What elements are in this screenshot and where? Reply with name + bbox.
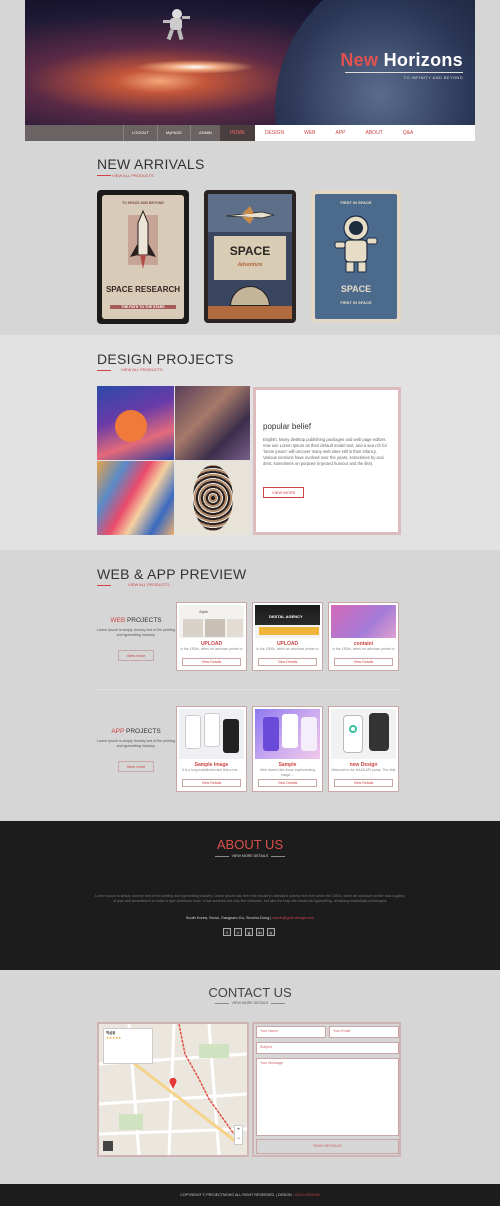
app-view-more-button[interactable]: View more (117, 761, 155, 772)
google-icon[interactable]: g (245, 928, 253, 936)
footer: COPYRIGHT © PROJECTMOHG ALL RIGHT RESERV… (0, 1184, 500, 1206)
youtube-icon[interactable]: y (267, 928, 275, 936)
app-card-3[interactable]: new Design Welcome to the NASA API porta… (328, 706, 399, 792)
name-field[interactable]: Your Name (256, 1026, 326, 1038)
site-tagline: TO INFINITY AND BEYOND (403, 75, 463, 80)
twitter-icon[interactable]: t (234, 928, 242, 936)
facebook-icon[interactable]: f (223, 928, 231, 936)
nav-about[interactable]: ABOUT (356, 125, 393, 141)
web-card-1[interactable]: Stylo UPLOAD in the 1500s, when an unkno… (176, 602, 247, 671)
mypage-link[interactable]: MyPAGE (156, 125, 190, 141)
about-details-link[interactable]: VIEW MORE DETAILS (0, 854, 500, 858)
message-field[interactable]: Your Message (256, 1058, 399, 1136)
design-tile-3[interactable] (97, 461, 174, 535)
featured-text: English. Many desktop publishing package… (263, 437, 388, 460)
view-all-arrivals-link[interactable]: VIEW ALL PRODUCTS (112, 173, 154, 178)
view-details-button[interactable]: View Details (258, 779, 317, 787)
app-card-2[interactable]: Sample Web doesn't like those implementi… (252, 706, 323, 792)
view-details-button[interactable]: View Details (182, 779, 241, 787)
about-section: ABOUT US VIEW MORE DETAILS Lorem Ipsum i… (0, 821, 500, 970)
contact-details-link[interactable]: VIEW MORE DETAILS (0, 1001, 500, 1005)
design-tile-1[interactable] (97, 386, 174, 460)
web-card-2[interactable]: DIGITAL AGENCY UPLOAD in the 1500s, when… (252, 602, 323, 671)
map-thumbnail[interactable] (103, 1141, 113, 1151)
admin-link[interactable]: ADMIN (190, 125, 220, 141)
view-details-button[interactable]: View Details (258, 658, 317, 666)
map-info-card: 역삼동 ★★★★★ (103, 1028, 153, 1064)
section-title-arrivals: NEW ARRIVALS (97, 156, 205, 172)
account-links: LOGOUT MyPAGE ADMIN (123, 125, 220, 141)
section-title-design: DESIGN PROJECTS (97, 351, 234, 367)
map-pin-icon (169, 1078, 177, 1089)
view-all-design-link[interactable]: VIEW ALL PRODUCTS (121, 367, 163, 372)
web-view-more-button[interactable]: View more (117, 650, 155, 661)
send-message-button[interactable]: SEND MESSAGE (256, 1139, 399, 1154)
web-card-3[interactable]: containi in the 1500s, when an unknown p… (328, 602, 399, 671)
view-more-button[interactable]: VIEW MORE (263, 487, 305, 498)
poster-space-research[interactable]: TO SPACE AND BEYOND SPACE RESEARCH THE P… (97, 190, 189, 324)
featured-text-2: dent, sometimes on purpose (injected hum… (263, 461, 374, 466)
about-address: South Korea, Seoul, Gangnam-Gu, Seocho-D… (185, 916, 315, 920)
hero-banner: New Horizons TO INFINITY AND BEYOND (25, 0, 475, 125)
poster-space-adventure[interactable]: SPACE Adventure (204, 190, 296, 323)
subject-field[interactable]: Subject (256, 1042, 399, 1054)
design-section (0, 335, 500, 550)
email-field[interactable]: Your Email (329, 1026, 399, 1038)
social-links: f t g in y (223, 928, 275, 936)
shuttle-icon-2 (225, 206, 275, 224)
title-underline (345, 72, 463, 73)
contact-title: CONTACT US (208, 985, 292, 1000)
sun-flare (135, 60, 255, 74)
site-title: New Horizons (340, 50, 463, 70)
nav-web[interactable]: WEB (294, 125, 325, 141)
astronaut-icon (163, 9, 190, 41)
main-nav: LOGOUT MyPAGE ADMIN HOME DESIGN WEB APP … (25, 125, 475, 141)
featured-title: popular belief (263, 422, 312, 431)
design-tile-4[interactable] (175, 461, 250, 535)
view-details-button[interactable]: View Details (334, 779, 393, 787)
astronaut-poster-icon (334, 215, 378, 273)
logout-link[interactable]: LOGOUT (123, 125, 157, 141)
web-projects-label: WEB PROJECTS Lorem Ipsum is simply dummy… (96, 617, 176, 662)
location-map[interactable]: 역삼동 ★★★★★ + − (97, 1022, 249, 1157)
view-details-button[interactable]: View Details (182, 658, 241, 666)
shuttle-icon (128, 209, 158, 269)
menu-links: HOME DESIGN WEB APP ABOUT Q&A (219, 125, 424, 141)
contact-form: Your Name Your Email Subject Your Messag… (252, 1022, 401, 1157)
nav-design[interactable]: DESIGN (255, 125, 294, 141)
nav-qna[interactable]: Q&A (393, 125, 424, 141)
featured-design-card: popular belief English. Many desktop pub… (253, 387, 401, 535)
about-text: Lorem Ipsum is simply dummy text of the … (95, 894, 405, 903)
section-title-webapp: WEB & APP PREVIEW (97, 566, 247, 582)
email-link[interactable]: admin@gold.design.com (272, 916, 314, 920)
view-details-button[interactable]: View Details (334, 658, 393, 666)
view-all-webapp-link[interactable]: VIEW ALL PRODUCTS (128, 582, 170, 587)
poster-first-in-space[interactable]: FIRST IN SPACE SPACE FIRST IN SPACE (311, 190, 401, 323)
app-projects-label: APP PROJECTS Lorem Ipsum is simply dummy… (96, 728, 176, 773)
about-title: ABOUT US (216, 837, 284, 852)
nav-app[interactable]: APP (326, 125, 356, 141)
nav-home[interactable]: HOME (219, 125, 255, 141)
app-card-1[interactable]: Sample Image It is a long established fa… (176, 706, 247, 792)
zoom-controls[interactable]: + − (234, 1125, 243, 1145)
design-tile-2[interactable] (175, 386, 250, 460)
linkedin-icon[interactable]: in (256, 928, 264, 936)
